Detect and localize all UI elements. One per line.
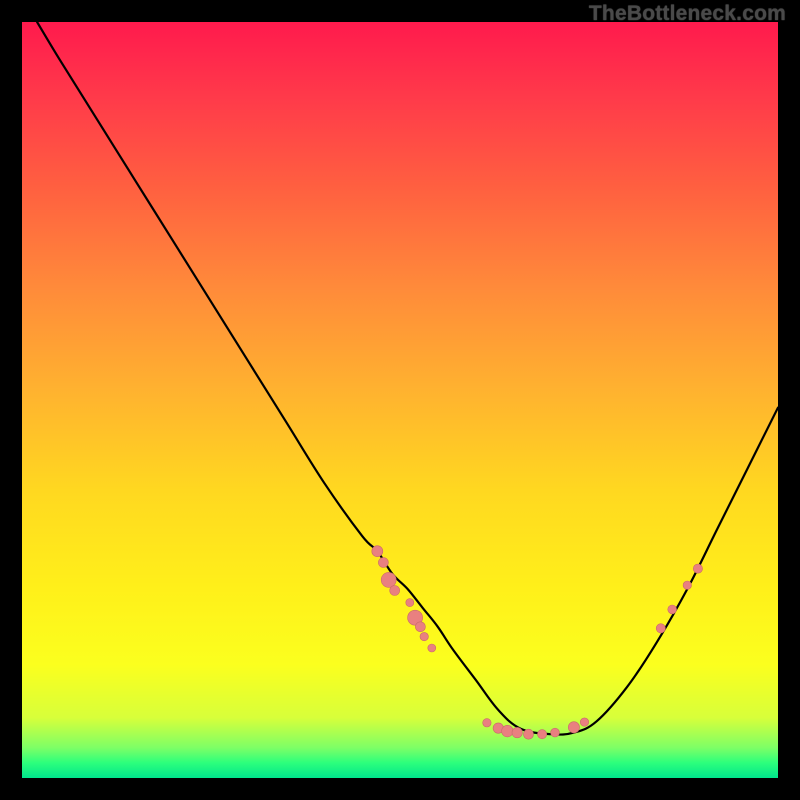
curve-dot: [683, 581, 691, 589]
curve-dot: [420, 632, 428, 640]
curve-dot: [390, 586, 400, 596]
curve-dot: [428, 644, 436, 652]
curve-dot: [372, 546, 383, 557]
curve-dot: [580, 718, 588, 726]
watermark-text: TheBottleneck.com: [589, 2, 786, 26]
curve-dot: [524, 729, 534, 739]
curve-dots-group: [372, 546, 703, 740]
bottleneck-curve-path: [37, 22, 778, 735]
curve-dot: [378, 558, 388, 568]
curve-dot: [693, 564, 702, 573]
curve-dot: [406, 599, 414, 607]
curve-dot: [415, 622, 425, 632]
curve-dot: [538, 730, 547, 739]
curve-dot: [483, 719, 491, 727]
bottleneck-curve-svg: [22, 22, 778, 778]
curve-dot: [551, 728, 560, 737]
curve-dot: [502, 725, 514, 737]
curve-dot: [512, 727, 522, 737]
curve-dot: [381, 572, 396, 587]
curve-dot: [668, 605, 677, 614]
curve-dot: [568, 722, 579, 733]
gradient-plot-area: [22, 22, 778, 778]
curve-dot: [656, 624, 665, 633]
